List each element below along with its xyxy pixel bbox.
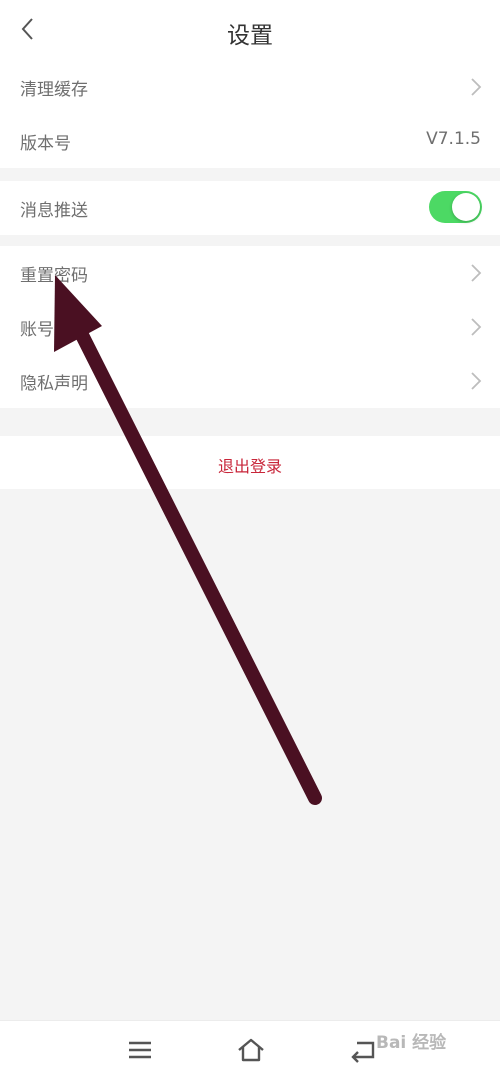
settings-group-notifications: 消息推送: [0, 181, 500, 235]
chevron-right-icon: [471, 264, 482, 282]
header: 设置: [0, 0, 500, 60]
settings-group-account: 重置密码 账号 隐私声明: [0, 246, 500, 408]
row-privacy-statement[interactable]: 隐私声明: [0, 354, 500, 408]
row-push-notifications: 消息推送: [0, 181, 500, 235]
page-title: 设置: [227, 23, 273, 49]
version-value: V7.1.5: [426, 129, 481, 149]
reset-password-label: 重置密码: [20, 266, 88, 286]
settings-group-storage: 清理缓存 版本号 V7.1.5: [0, 60, 500, 168]
row-account[interactable]: 账号: [0, 300, 500, 354]
push-notifications-label: 消息推送: [20, 201, 88, 221]
privacy-statement-label: 隐私声明: [20, 374, 88, 394]
chevron-right-icon: [471, 372, 482, 390]
account-label: 账号: [20, 320, 54, 340]
toggle-knob: [452, 193, 480, 221]
version-label: 版本号: [20, 134, 71, 154]
back-icon[interactable]: [349, 1037, 377, 1063]
logout-label: 退出登录: [217, 457, 282, 476]
logout-button[interactable]: 退出登录: [0, 436, 500, 489]
row-clear-cache[interactable]: 清理缓存: [0, 60, 500, 114]
home-icon[interactable]: [237, 1037, 265, 1063]
row-reset-password[interactable]: 重置密码: [0, 246, 500, 300]
chevron-right-icon: [471, 78, 482, 96]
menu-icon[interactable]: [126, 1037, 154, 1063]
push-notifications-toggle[interactable]: [429, 191, 482, 223]
watermark: Bai 经验: [376, 1033, 447, 1053]
row-version: 版本号 V7.1.5: [0, 114, 500, 168]
chevron-right-icon: [471, 318, 482, 336]
clear-cache-label: 清理缓存: [20, 80, 88, 100]
